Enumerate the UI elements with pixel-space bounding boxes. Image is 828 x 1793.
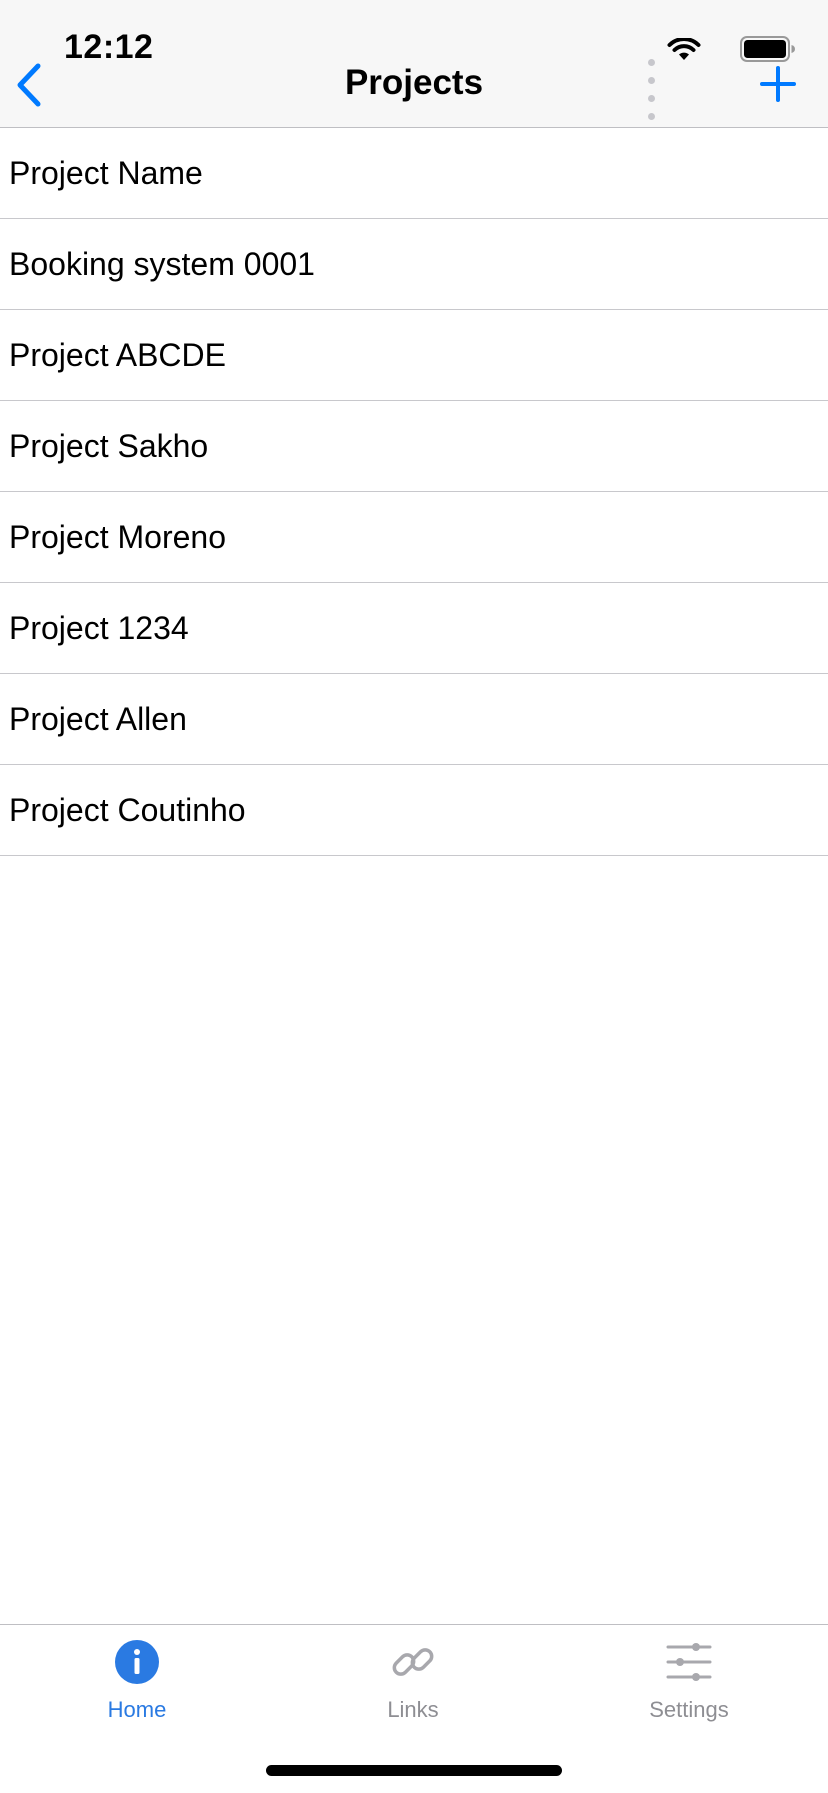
list-item[interactable]: Project Moreno: [0, 492, 828, 583]
add-project-button[interactable]: [758, 64, 798, 104]
tab-label: Home: [107, 1697, 167, 1722]
list-item[interactable]: Booking system 0001: [0, 219, 828, 310]
status-time: 12:12: [64, 28, 154, 66]
tab-label: Links: [387, 1697, 439, 1722]
project-label: Project ABCDE: [9, 336, 226, 373]
home-indicator[interactable]: [266, 1765, 562, 1776]
project-list: Project Name Booking system 0001 Project…: [0, 128, 828, 856]
page-title: Projects: [344, 63, 484, 102]
list-item[interactable]: Project 1234: [0, 583, 828, 674]
sliders-icon: [666, 1643, 712, 1681]
tab-label: Settings: [649, 1697, 729, 1722]
project-label: Project Moreno: [9, 518, 226, 555]
list-item[interactable]: Project Allen: [0, 674, 828, 765]
info-icon: [115, 1640, 159, 1684]
list-item[interactable]: Project ABCDE: [0, 310, 828, 401]
list-item[interactable]: Project Coutinho: [0, 765, 828, 856]
link-icon: [392, 1648, 434, 1676]
project-label: Project Allen: [9, 700, 187, 737]
tab-links[interactable]: Links: [313, 1639, 513, 1723]
project-label: Project 1234: [9, 609, 189, 646]
project-label: Booking system 0001: [9, 245, 315, 282]
battery-icon: [740, 36, 795, 62]
plus-icon: [760, 66, 796, 102]
project-label: Project Sakho: [9, 427, 209, 464]
navigation-bar: 12:12 Projects: [0, 0, 828, 128]
list-item[interactable]: Project Name: [0, 128, 828, 219]
list-item[interactable]: Project Sakho: [0, 401, 828, 492]
wifi-icon: [667, 38, 701, 60]
tab-settings[interactable]: Settings: [589, 1639, 789, 1723]
project-label: Project Coutinho: [9, 791, 246, 828]
project-label: Project Name: [9, 154, 203, 191]
tab-home[interactable]: Home: [37, 1639, 237, 1723]
